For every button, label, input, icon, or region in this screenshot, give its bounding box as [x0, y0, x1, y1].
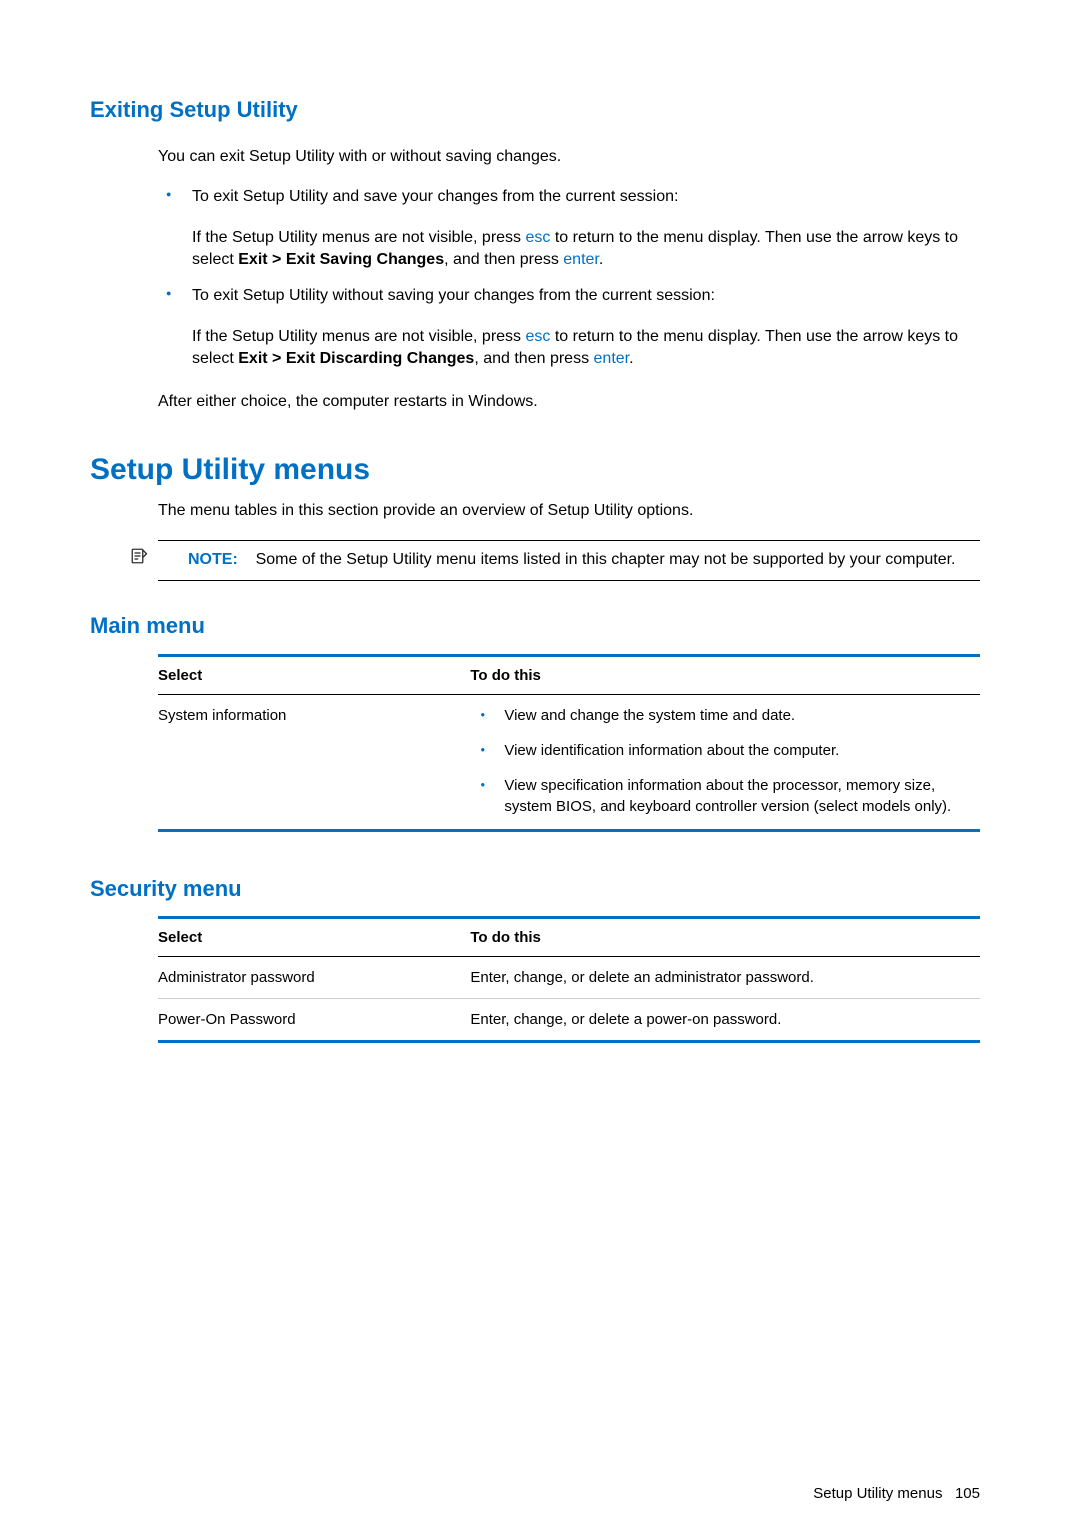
- main-menu-table: Select To do this System information Vie…: [158, 654, 980, 832]
- exiting-bullet-save-lead: To exit Setup Utility and save your chan…: [192, 188, 678, 205]
- note-content: Some of the Setup Utility menu items lis…: [256, 551, 956, 568]
- list-item: View identification information about th…: [470, 740, 974, 775]
- table-row: Administrator password Enter, change, or…: [158, 957, 980, 999]
- footer-label: Setup Utility menus: [813, 1485, 942, 1502]
- list-item: View specification information about the…: [470, 775, 974, 819]
- table-row: Power-On Password Enter, change, or dele…: [158, 999, 980, 1042]
- heading-setup-utility-menus: Setup Utility menus: [90, 453, 980, 486]
- text-fragment: , and then press: [444, 251, 563, 268]
- list-item: View and change the system time and date…: [470, 705, 974, 740]
- heading-security-menu: Security menu: [90, 874, 980, 905]
- exiting-bullet-save: To exit Setup Utility and save your chan…: [158, 186, 980, 271]
- note-label: NOTE:: [188, 551, 238, 568]
- exiting-closing-paragraph: After either choice, the computer restar…: [158, 391, 980, 413]
- menu-path-exit-saving: Exit > Exit Saving Changes: [238, 251, 444, 268]
- table-header-todo: To do this: [470, 918, 980, 957]
- table-header-todo: To do this: [470, 655, 980, 694]
- table-header-select: Select: [158, 655, 470, 694]
- key-esc: esc: [525, 328, 550, 345]
- exiting-bullet-save-detail: If the Setup Utility menus are not visib…: [192, 227, 980, 272]
- security-row-select: Power-On Password: [158, 999, 470, 1042]
- footer-page-number: 105: [955, 1485, 980, 1502]
- security-row-todo: Enter, change, or delete an administrato…: [470, 957, 980, 999]
- key-enter: enter: [563, 251, 599, 268]
- page-footer: Setup Utility menus 105: [813, 1483, 980, 1504]
- key-enter: enter: [594, 350, 630, 367]
- key-esc: esc: [525, 229, 550, 246]
- heading-exiting-setup-utility: Exiting Setup Utility: [90, 95, 980, 126]
- exiting-intro-paragraph: You can exit Setup Utility with or witho…: [158, 146, 980, 168]
- text-fragment: .: [629, 350, 633, 367]
- note-text: [242, 551, 255, 568]
- menu-path-exit-discarding: Exit > Exit Discarding Changes: [238, 350, 474, 367]
- security-menu-table: Select To do this Administrator password…: [158, 916, 980, 1043]
- exiting-bullet-discard: To exit Setup Utility without saving you…: [158, 285, 980, 370]
- menus-intro-paragraph: The menu tables in this section provide …: [158, 500, 980, 522]
- table-header-select: Select: [158, 918, 470, 957]
- heading-main-menu: Main menu: [90, 611, 980, 642]
- exiting-bullet-discard-detail: If the Setup Utility menus are not visib…: [192, 326, 980, 371]
- text-fragment: If the Setup Utility menus are not visib…: [192, 328, 525, 345]
- table-row: System information View and change the s…: [158, 694, 980, 830]
- text-fragment: .: [599, 251, 603, 268]
- security-row-todo: Enter, change, or delete a power-on pass…: [470, 999, 980, 1042]
- text-fragment: , and then press: [474, 350, 593, 367]
- note-icon: [130, 547, 148, 571]
- security-row-select: Administrator password: [158, 957, 470, 999]
- exiting-bullet-discard-lead: To exit Setup Utility without saving you…: [192, 287, 715, 304]
- note-block: NOTE: Some of the Setup Utility menu ite…: [158, 540, 980, 580]
- main-row-select: System information: [158, 694, 470, 830]
- text-fragment: If the Setup Utility menus are not visib…: [192, 229, 525, 246]
